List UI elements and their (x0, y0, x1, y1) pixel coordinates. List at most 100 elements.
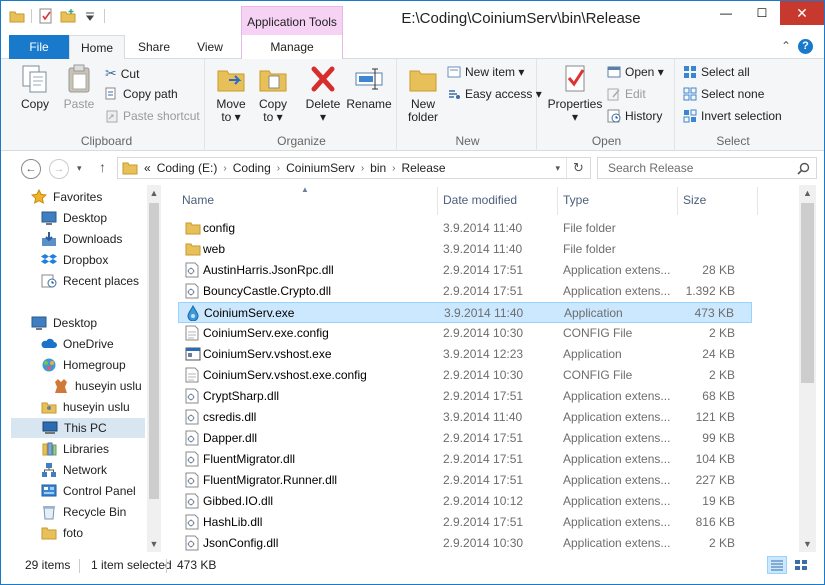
copy-path-button[interactable]: Copy path (105, 87, 178, 101)
delete-button[interactable]: Delete ▾ (303, 63, 343, 124)
file-row[interactable]: CoiniumServ.vshost.exe.config 2.9.2014 10… (178, 365, 752, 386)
column-separator[interactable] (437, 187, 438, 215)
file-row[interactable]: FluentMigrator.Runner.dll 2.9.2014 17:51 A… (178, 470, 752, 491)
column-separator[interactable] (757, 187, 758, 215)
column-header-size[interactable]: Size (683, 193, 706, 207)
minimize-ribbon-icon[interactable]: ⌃ (781, 39, 791, 53)
search-input[interactable]: Search Release (597, 157, 817, 179)
properties-button[interactable]: Properties ▾ (545, 63, 605, 124)
column-header-type[interactable]: Type (563, 193, 589, 207)
new-folder-icon[interactable] (60, 8, 76, 24)
forward-button[interactable]: → (49, 159, 69, 179)
breadcrumb-separator-icon[interactable]: › (392, 163, 395, 174)
address-history-dropdown-icon[interactable]: ▾ (555, 163, 560, 174)
breadcrumb-separator-icon[interactable]: › (361, 163, 364, 174)
maximize-button[interactable]: ☐ (744, 1, 780, 25)
nav-item-control-panel[interactable]: Control Panel (41, 481, 136, 501)
file-row[interactable]: CryptSharp.dll 2.9.2014 17:51 Application … (178, 386, 752, 407)
file-list-scrollbar-thumb[interactable] (801, 203, 814, 383)
scroll-up-icon[interactable]: ▲ (799, 188, 816, 198)
nav-item-dropbox[interactable]: Dropbox (41, 250, 108, 270)
file-row[interactable]: Dapper.dll 2.9.2014 17:51 Application exte… (178, 428, 752, 449)
scroll-down-icon[interactable]: ▼ (147, 539, 161, 549)
breadcrumb-bin[interactable]: bin (370, 161, 386, 175)
tab-home[interactable]: Home (69, 35, 125, 60)
tab-file[interactable]: File (9, 35, 69, 59)
nav-item-desktop[interactable]: Desktop (31, 313, 97, 333)
nav-item-network[interactable]: Network (41, 460, 107, 480)
new-folder-button[interactable]: New folder (403, 63, 443, 124)
nav-item-desktop-fav[interactable]: Desktop (41, 208, 107, 228)
move-to-button[interactable]: Move to ▾ (213, 63, 249, 124)
close-button[interactable]: ✕ (780, 1, 824, 25)
nav-item-homegroup-user[interactable]: huseyin uslu (53, 376, 142, 396)
file-row[interactable]: FluentMigrator.dll 2.9.2014 17:51 Applicat… (178, 449, 752, 470)
history-button[interactable]: History (607, 109, 662, 123)
file-row[interactable]: JsonConfig.dll 2.9.2014 10:30 Application … (178, 533, 752, 554)
easy-access-button[interactable]: Easy access ▾ (447, 87, 542, 101)
file-list-scrollbar[interactable]: ▲ ▼ (799, 185, 816, 552)
column-separator[interactable] (557, 187, 558, 215)
breadcrumb-coding[interactable]: Coding (233, 161, 271, 175)
paste-shortcut-button[interactable]: Paste shortcut (105, 109, 200, 123)
new-item-button[interactable]: New item ▾ (447, 65, 524, 79)
file-row[interactable]: CoiniumServ.exe.config 2.9.2014 10:30 CONF… (178, 323, 752, 344)
nav-item-this-pc[interactable]: This PC (11, 418, 145, 438)
nav-item-libraries[interactable]: Libraries (41, 439, 109, 459)
tab-share[interactable]: Share (127, 35, 181, 59)
rename-button[interactable]: Rename (346, 63, 392, 111)
column-separator[interactable] (677, 187, 678, 215)
select-all-button[interactable]: Select all (683, 65, 750, 79)
copy-to-button[interactable]: Copy to ▾ (255, 63, 291, 124)
file-row[interactable]: CoiniumServ.exe 3.9.2014 11:40 Application… (178, 302, 752, 323)
nav-item-user-folder[interactable]: huseyin uslu (41, 397, 130, 417)
invert-selection-button[interactable]: Invert selection (683, 109, 782, 123)
nav-item-downloads[interactable]: Downloads (41, 229, 122, 249)
open-button[interactable]: Open ▾ (607, 65, 664, 79)
paste-button[interactable]: Paste (59, 63, 99, 111)
large-icons-view-button[interactable] (791, 556, 811, 574)
nav-item-onedrive[interactable]: OneDrive (41, 334, 114, 354)
nav-scrollbar[interactable]: ▲ ▼ (147, 185, 161, 552)
recent-locations-chevron-icon[interactable]: ▾ (77, 163, 82, 174)
file-row[interactable]: config 3.9.2014 11:40 File folder (178, 218, 752, 239)
breadcrumb-overflow[interactable]: « (144, 161, 151, 175)
file-row[interactable]: HashLib.dll 2.9.2014 17:51 Application ext… (178, 512, 752, 533)
customize-toolbar-icon[interactable] (82, 8, 98, 24)
file-row[interactable]: Gibbed.IO.dll 2.9.2014 10:12 Application e… (178, 491, 752, 512)
edit-button[interactable]: Edit (607, 87, 646, 101)
help-icon[interactable]: ? (798, 39, 813, 54)
file-row[interactable]: BouncyCastle.Crypto.dll 2.9.2014 17:51 App… (178, 281, 752, 302)
tab-manage[interactable]: Manage (241, 35, 343, 59)
cut-button[interactable]: ✂ Cut (105, 65, 139, 82)
nav-item-homegroup[interactable]: Homegroup (41, 355, 126, 375)
properties-icon[interactable] (38, 8, 54, 24)
search-icon[interactable] (797, 162, 810, 175)
nav-scrollbar-thumb[interactable] (149, 203, 159, 499)
file-row[interactable]: web 3.9.2014 11:40 File folder (178, 239, 752, 260)
copy-button[interactable]: Copy (15, 63, 55, 111)
back-button[interactable]: ← (21, 159, 41, 179)
select-none-button[interactable]: Select none (683, 87, 764, 101)
breadcrumb-separator-icon[interactable]: › (277, 163, 280, 174)
details-view-button[interactable] (767, 556, 787, 574)
breadcrumb-release[interactable]: Release (402, 161, 446, 175)
column-header-name[interactable]: Name (182, 193, 214, 207)
file-row[interactable]: csredis.dll 3.9.2014 11:40 Application ext… (178, 407, 752, 428)
nav-item-recycle-bin[interactable]: Recycle Bin (41, 502, 126, 522)
nav-item-favorites[interactable]: Favorites (30, 187, 102, 207)
refresh-icon[interactable]: ↻ (566, 158, 590, 178)
nav-item-recent-places[interactable]: Recent places (41, 271, 139, 291)
up-button[interactable]: ↑ (99, 159, 106, 175)
scroll-up-icon[interactable]: ▲ (147, 188, 161, 198)
file-row[interactable]: AustinHarris.JsonRpc.dll 2.9.2014 17:51 Ap… (178, 260, 752, 281)
folder-icon[interactable] (9, 8, 25, 24)
tab-view[interactable]: View (185, 35, 235, 59)
nav-item-foto[interactable]: foto (41, 523, 83, 543)
breadcrumb-separator-icon[interactable]: › (223, 163, 226, 174)
minimize-button[interactable]: — (708, 1, 744, 25)
breadcrumb-drive[interactable]: Coding (E:) (157, 161, 218, 175)
column-header-date[interactable]: Date modified (443, 193, 517, 207)
scroll-down-icon[interactable]: ▼ (799, 539, 816, 549)
breadcrumb-coiniumserv[interactable]: CoiniumServ (286, 161, 355, 175)
